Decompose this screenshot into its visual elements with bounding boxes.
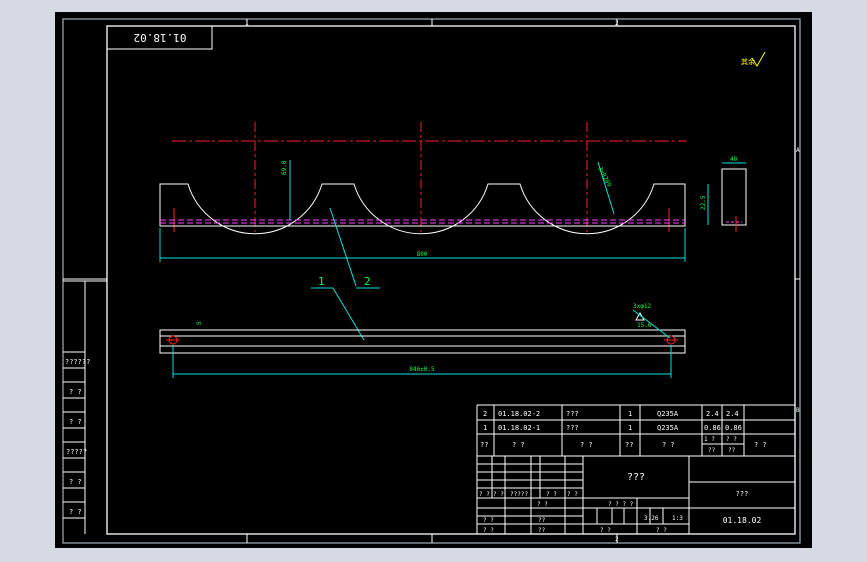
dim-bottom-offset: 5 — [196, 321, 203, 325]
dim-total-length: 800 — [417, 251, 428, 258]
bom-header: ?? — [625, 441, 633, 449]
bom-header: ? ? — [754, 441, 767, 449]
dim-radius: 3xR209 — [596, 166, 613, 189]
sign-cell: ?? — [538, 527, 546, 534]
title-row-label: ? ? — [537, 501, 548, 508]
bom-material: Q235A — [657, 424, 679, 432]
bom-idx: 1 — [483, 424, 487, 432]
bom-weight: 2.4 — [706, 410, 719, 418]
sign-cell: ? ? — [483, 527, 494, 534]
bom-header: ? ? — [662, 441, 675, 449]
left-strip-label: ? ? — [69, 508, 82, 516]
drawing-number: 01.18.02 — [723, 516, 762, 525]
bom-header: ?? — [480, 441, 488, 449]
bom-qty: 1 — [628, 424, 632, 432]
title-row-label: ? ? — [479, 491, 490, 498]
part-side-outline[interactable] — [721, 168, 747, 226]
number-stamp: 01.18.02 — [134, 31, 187, 44]
left-strip — [63, 280, 107, 534]
bom-material: Q235A — [657, 410, 679, 418]
drawing-canvas[interactable]: 1 2 A B 2 01.18.02 其余 69.8 3xR209 800 2 … — [55, 12, 812, 548]
inner-frame — [106, 25, 796, 535]
dim-side-height: 22.5 — [700, 195, 707, 210]
balloon-label: 1 — [318, 275, 325, 288]
title-row-label: ? ? — [600, 527, 611, 534]
weld-triangle-icon — [635, 311, 645, 321]
bom-header: ? ? — [580, 441, 593, 449]
part-front-outline[interactable] — [159, 183, 686, 235]
bom-header: 1 ? — [704, 436, 715, 443]
title-row-label: ? ? — [493, 491, 504, 498]
dim-weld: 3xφ12 — [633, 303, 651, 310]
bom-name: ??? — [566, 424, 579, 432]
bom-qty: 1 — [628, 410, 632, 418]
zone-label: B — [796, 407, 800, 414]
cad-viewport: 1 2 A B 2 01.18.02 其余 69.8 3xR209 800 2 … — [0, 0, 867, 562]
scale-value: 1:3 — [672, 515, 683, 522]
left-strip-label: ? ? — [69, 418, 82, 426]
bom-code: 01.18.02-2 — [498, 410, 540, 418]
part-bottom-outline[interactable] — [159, 329, 686, 354]
dim-side-width: 40 — [730, 156, 738, 163]
bom-weight-total: 2.4 — [726, 410, 739, 418]
left-strip-label: ? ? — [69, 388, 82, 396]
left-strip-label: ????? — [66, 448, 87, 456]
zone-label: 1 — [245, 20, 249, 27]
weight-value: 3.26 — [644, 515, 659, 522]
balloon-leader — [332, 287, 365, 341]
sign-cell: ? ? — [656, 527, 667, 534]
bom-header: ? ? — [726, 436, 737, 443]
title-row-label: ? ? — [567, 491, 578, 498]
sign-cell: ? ? — [483, 517, 494, 524]
bom-header: ? ? — [512, 441, 525, 449]
bom-weight: 0.86 — [704, 424, 721, 432]
drawing-svg: 1 2 A B 2 01.18.02 其余 69.8 3xR209 800 2 … — [62, 18, 801, 544]
zone-label: 2 — [615, 536, 619, 543]
bom-idx: 2 — [483, 410, 487, 418]
company-name: ??? — [736, 490, 749, 498]
bom-header-sub: ?? — [728, 447, 736, 454]
stage-label: ? ? ? ? — [608, 501, 634, 508]
bom-header-sub: ?? — [708, 447, 716, 454]
sign-cell: ?? — [538, 517, 546, 524]
bom-name: ??? — [566, 410, 579, 418]
title-row-label: ? ? — [546, 491, 557, 498]
balloon-label: 2 — [364, 275, 371, 288]
left-strip-label: ?????? — [65, 358, 90, 366]
bom-weight-total: 0.86 — [725, 424, 742, 432]
title-row-label: ????? — [510, 491, 528, 498]
dim-hole-spacing: 846±0.5 — [409, 366, 435, 373]
left-strip-label: ? ? — [69, 478, 82, 486]
bom-code: 01.18.02-1 — [498, 424, 540, 432]
drawing-title: ??? — [627, 472, 645, 483]
finish-mark-text: 其余 — [741, 57, 755, 66]
zone-label: A — [796, 147, 800, 154]
dim-height-small: 69.8 — [281, 160, 288, 175]
zone-label: 2 — [615, 20, 619, 27]
